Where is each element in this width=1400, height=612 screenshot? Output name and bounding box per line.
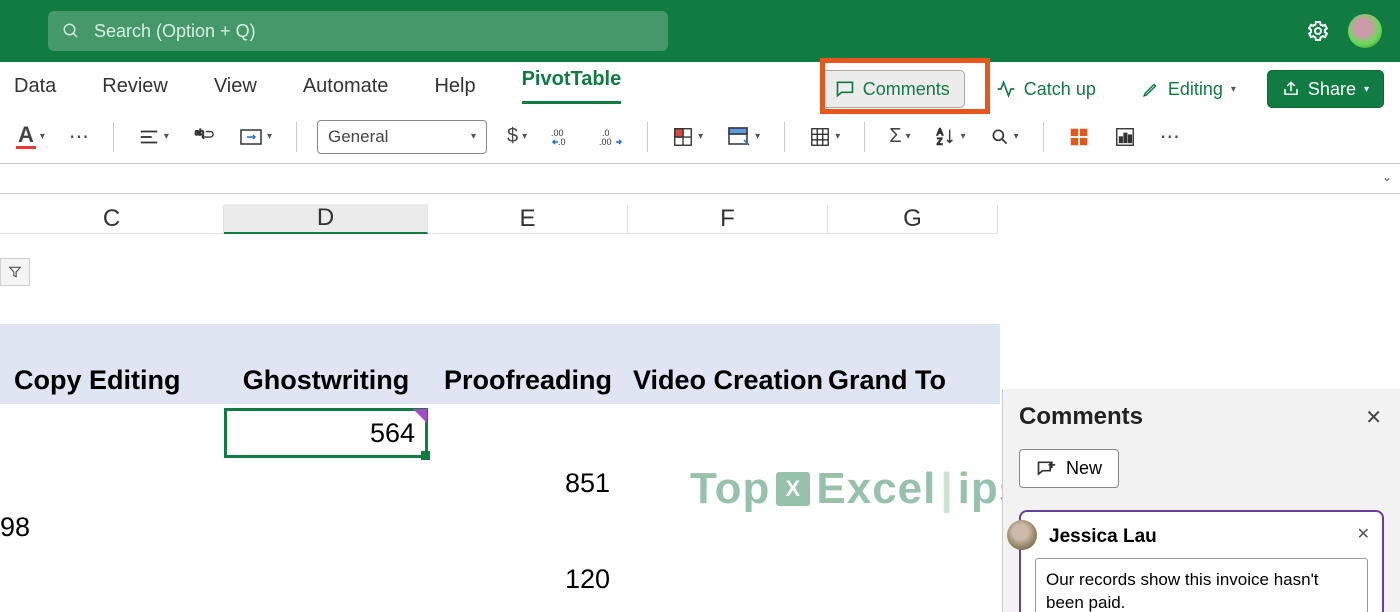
- tab-data[interactable]: Data: [14, 75, 56, 98]
- cond-format-button[interactable]: ▾: [668, 122, 707, 152]
- search-input[interactable]: Search (Option + Q): [48, 11, 668, 51]
- formula-bar[interactable]: ⌄: [0, 164, 1400, 194]
- tab-view[interactable]: View: [214, 75, 257, 98]
- fill-handle[interactable]: [421, 451, 430, 460]
- catchup-button[interactable]: Catch up: [981, 70, 1111, 108]
- col-header-d[interactable]: D: [224, 204, 428, 234]
- sort-icon: AZ: [935, 126, 957, 148]
- new-comment-label: New: [1066, 458, 1102, 479]
- table-style-icon: [727, 126, 751, 148]
- align-icon: [138, 126, 160, 148]
- analyze-data-button[interactable]: [1110, 122, 1140, 152]
- numfmt-label: General: [328, 127, 388, 147]
- more-toolbar-button[interactable]: ⋯: [1156, 120, 1184, 153]
- find-button[interactable]: ▾: [986, 123, 1023, 151]
- comment-indicator-icon[interactable]: [413, 409, 427, 423]
- merge-button[interactable]: ▾: [235, 123, 276, 151]
- chevron-down-icon: ▾: [1231, 84, 1236, 95]
- insert-cells-button[interactable]: ▾: [805, 122, 844, 152]
- autosum-button[interactable]: Σ▾: [885, 121, 914, 152]
- dismiss-comment-button[interactable]: ✕: [1357, 524, 1370, 544]
- share-button[interactable]: Share ▾: [1267, 70, 1384, 108]
- tab-pivottable[interactable]: PivotTable: [522, 68, 622, 104]
- currency-button[interactable]: $▾: [503, 121, 531, 152]
- svg-text:.0: .0: [558, 137, 566, 147]
- new-comment-icon: [1036, 459, 1056, 479]
- pivot-column-labels: Copy Editing Ghostwriting Proofreading V…: [0, 324, 1000, 404]
- svg-text:.00: .00: [599, 137, 612, 147]
- cell-e-val[interactable]: 851: [428, 468, 628, 499]
- settings-button[interactable]: [1306, 19, 1330, 43]
- action-bar: Comments Catch up Editing ▾ Share ▾: [820, 70, 1384, 108]
- comments-button[interactable]: Comments: [820, 70, 965, 108]
- svg-text:Z: Z: [936, 136, 942, 146]
- pivot-col-copyediting[interactable]: Copy Editing: [0, 365, 224, 396]
- activity-icon: [996, 79, 1016, 99]
- filter-indicator[interactable]: [0, 258, 30, 286]
- editing-label: Editing: [1168, 79, 1223, 100]
- share-label: Share: [1308, 79, 1356, 100]
- pivot-col-proofreading[interactable]: Proofreading: [428, 365, 628, 396]
- pencil-icon: [1142, 80, 1160, 98]
- editing-button[interactable]: Editing ▾: [1127, 70, 1251, 108]
- cell-e-bottom[interactable]: 120: [428, 564, 628, 595]
- column-headers: C D E F G: [0, 194, 1400, 244]
- tab-automate[interactable]: Automate: [303, 75, 389, 98]
- wrap-text-button[interactable]: ab: [189, 122, 219, 152]
- addins-icon: [1068, 126, 1090, 148]
- merge-icon: [239, 127, 263, 147]
- comment-card: Jessica Lau ✕ Our records show this invo…: [1019, 510, 1384, 612]
- filter-icon: [8, 265, 22, 279]
- cells-icon: [809, 126, 831, 148]
- inc-decimal-icon: .0.00: [599, 127, 623, 147]
- selected-cell[interactable]: 564: [224, 408, 428, 458]
- pivot-col-videocreation[interactable]: Video Creation: [628, 365, 828, 396]
- title-bar: Search (Option + Q): [0, 0, 1400, 62]
- gear-icon: [1306, 19, 1330, 43]
- watermark: TopXExcel|ips: [690, 464, 1024, 514]
- wrap-icon: ab: [193, 126, 215, 148]
- user-avatar[interactable]: [1348, 14, 1382, 48]
- format-toolbar: A▾ ⋯ ▾ ab ▾ General▾ $▾ .00.0 .0.00 ▾ ▾ …: [0, 110, 1400, 164]
- comments-pane-title: Comments: [1019, 403, 1384, 431]
- pivot-col-grandtotal[interactable]: Grand To: [828, 365, 998, 396]
- new-comment-button[interactable]: New: [1019, 449, 1119, 488]
- comment-icon: [835, 79, 855, 99]
- number-format-select[interactable]: General▾: [317, 120, 487, 154]
- share-icon: [1282, 80, 1300, 98]
- expand-fxbar-icon[interactable]: ⌄: [1382, 170, 1392, 184]
- more-font-button[interactable]: ⋯: [65, 120, 93, 153]
- catchup-label: Catch up: [1024, 79, 1096, 100]
- col-header-e[interactable]: E: [428, 205, 628, 234]
- search-placeholder: Search (Option + Q): [94, 21, 256, 42]
- col-header-f[interactable]: F: [628, 205, 828, 234]
- increase-decimal-button[interactable]: .0.00: [595, 123, 627, 151]
- dec-decimal-icon: .00.0: [551, 127, 575, 147]
- chevron-down-icon: ▾: [1364, 84, 1369, 95]
- comments-label: Comments: [863, 79, 950, 100]
- table-style-button[interactable]: ▾: [723, 122, 764, 152]
- comment-text-input[interactable]: Our records show this invoice hasn't bee…: [1035, 558, 1368, 612]
- addins-button[interactable]: [1064, 122, 1094, 152]
- find-icon: [990, 127, 1010, 147]
- font-color-button[interactable]: A▾: [12, 120, 49, 153]
- grid-icon: [672, 126, 694, 148]
- col-header-g[interactable]: G: [828, 205, 998, 234]
- align-button[interactable]: ▾: [134, 122, 173, 152]
- decrease-decimal-button[interactable]: .00.0: [547, 123, 579, 151]
- sort-filter-button[interactable]: AZ▾: [931, 122, 970, 152]
- tab-review[interactable]: Review: [102, 75, 168, 98]
- analyze-icon: [1114, 126, 1136, 148]
- cell-row-left[interactable]: 98: [0, 512, 30, 543]
- close-comments-button[interactable]: ✕: [1365, 405, 1382, 430]
- comment-author-name: Jessica Lau: [1049, 526, 1368, 548]
- cell-value: 564: [370, 418, 415, 449]
- pivot-col-ghostwriting[interactable]: Ghostwriting: [224, 365, 428, 396]
- tab-help[interactable]: Help: [434, 75, 475, 98]
- comment-author-avatar: [1007, 520, 1037, 550]
- col-header-c[interactable]: C: [0, 205, 224, 234]
- spreadsheet-grid[interactable]: C D E F G Copy Editing Ghostwriting Proo…: [0, 194, 1400, 612]
- comments-pane: Comments ✕ New Jessica Lau ✕ Our records…: [1002, 389, 1400, 612]
- search-icon: [62, 22, 80, 40]
